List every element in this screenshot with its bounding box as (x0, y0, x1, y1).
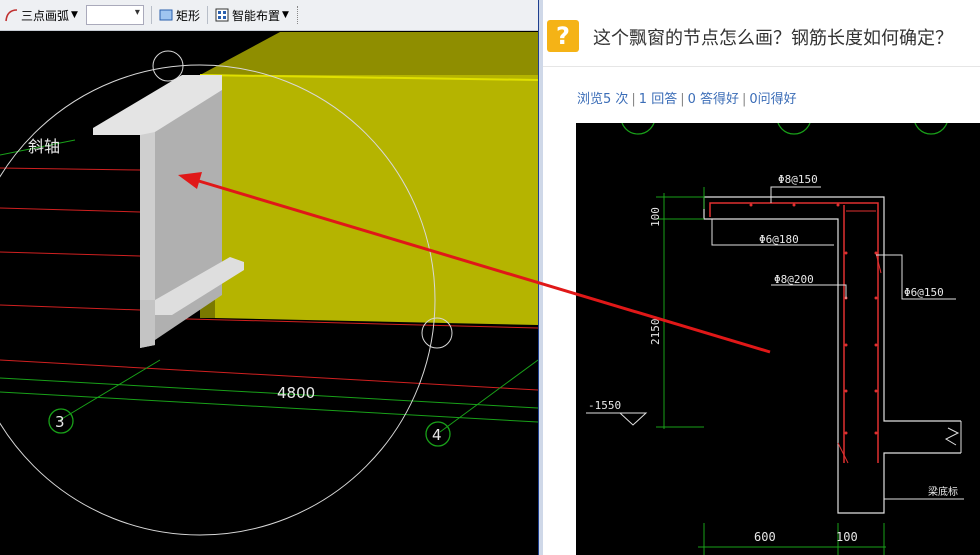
rebar-label-mid: Φ8@200 (774, 273, 814, 286)
rect-tool-button[interactable]: 矩形 (155, 4, 204, 26)
question-stats: 浏览5 次 | 1 回答 | 0 答得好 | 0问得好 (577, 88, 797, 107)
dimension-label: 4800 (277, 384, 315, 402)
grid-bubble (777, 123, 811, 135)
grid-bubble (914, 123, 948, 135)
dimension-line (0, 377, 538, 409)
view-count: 浏览5 次 (577, 92, 629, 107)
leader-line (770, 186, 821, 203)
yellow-wall-top (200, 32, 538, 75)
toolbar-divider (206, 6, 208, 24)
grid-bubble-3-label: 3 (55, 413, 65, 431)
question-panel: ? 这个飘窗的节点怎么画？钢筋长度如何确定？ 浏览5 次 | 1 回答 | 0 答得好 |… (543, 0, 980, 555)
good-answer-count: 0 答得好 (687, 92, 739, 107)
chevron-down-icon[interactable]: ▼ (71, 10, 78, 20)
elevation-triangle (618, 412, 648, 426)
yellow-wall-front (215, 75, 538, 325)
rect-tool-label: 矩形 (175, 8, 200, 23)
chevron-down-icon[interactable]: ▼ (282, 10, 289, 20)
axis-line (0, 359, 538, 391)
axis-line (0, 304, 141, 311)
grid-bubble (621, 123, 655, 135)
cad-scene[interactable]: 斜轴 4800 3 4 (0, 30, 538, 555)
rebar-label-stirrup: Φ6@180 (759, 233, 799, 246)
axis-label: 斜轴 (28, 137, 60, 156)
rebar-label-top: Φ8@150 (778, 173, 818, 186)
dim-label-100-bottom: 100 (836, 530, 858, 544)
stats-separator: | (742, 92, 747, 107)
toolbar-grip[interactable] (296, 6, 302, 24)
axis-line (0, 251, 141, 257)
arc-tool-label: 三点画弧 (21, 8, 70, 23)
break-symbol (944, 427, 960, 446)
rebar-hook (837, 442, 849, 464)
rebar-label-right: Φ6@150 (904, 286, 944, 299)
concrete-outline (703, 197, 961, 514)
answer-count[interactable]: 1 回答 (639, 92, 677, 107)
arc-mode-select[interactable] (85, 5, 144, 25)
concrete-outline (704, 196, 961, 422)
title-divider (543, 66, 980, 67)
rectangle-icon (159, 9, 173, 21)
detail-drawing-svg: Φ8@150 Φ6@180 Φ8@200 Φ6@150 100 2150 -15… (586, 123, 964, 555)
stats-separator: | (631, 92, 636, 107)
cad-toolbar: 三点画弧 ▼ 矩形 智能布置 ▼ (0, 0, 538, 31)
smart-layout-button[interactable]: 智能布置 ▼ (211, 4, 293, 26)
stats-separator: | (680, 92, 685, 107)
arc-icon (5, 9, 18, 22)
dim-label-2150: 2150 (649, 319, 662, 346)
arc-tool-button[interactable]: 三点画弧 ▼ (0, 4, 82, 26)
dim-label-600: 600 (754, 530, 776, 544)
leader-line (771, 284, 847, 299)
beam-label: 梁底标 (928, 485, 958, 498)
elevation-label: -1550 (588, 399, 621, 412)
dimension-line (59, 359, 161, 421)
good-question-count: 0问得好 (749, 92, 797, 107)
cad-viewport[interactable]: 三点画弧 ▼ 矩形 智能布置 ▼ (0, 0, 538, 555)
dim-label-100-top: 100 (649, 207, 662, 227)
toolbar-divider (150, 6, 152, 24)
detail-drawing[interactable]: Φ8@150 Φ6@180 Φ8@200 Φ6@150 100 2150 -15… (576, 123, 980, 555)
grid-bubble-4-label: 4 (432, 426, 442, 444)
beam-bottom-face (140, 300, 155, 348)
smart-layout-label: 智能布置 (231, 8, 280, 23)
question-icon: ? (547, 20, 579, 52)
axis-line (0, 207, 141, 213)
axis-line (0, 167, 141, 171)
question-title[interactable]: 这个飘窗的节点怎么画？钢筋长度如何确定？ (593, 24, 953, 50)
smart-layout-icon (215, 8, 229, 22)
